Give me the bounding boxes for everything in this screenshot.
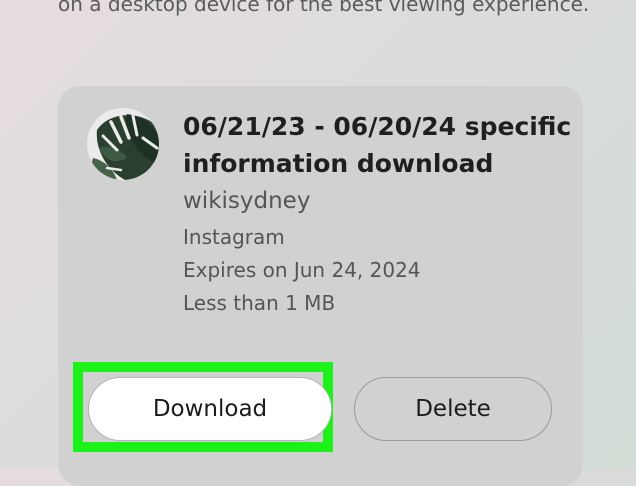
delete-button[interactable]: Delete <box>354 377 552 441</box>
expiry-date: Expires on Jun 24, 2024 <box>183 258 421 282</box>
action-buttons: Download Delete <box>73 362 556 452</box>
request-details: 06/21/23 - 06/20/24 specific information… <box>183 108 573 320</box>
profile-avatar <box>87 108 159 180</box>
monstera-leaf-icon <box>87 108 159 180</box>
account-name: wikisydney <box>183 188 311 214</box>
intro-text: on a desktop device for the best viewing… <box>58 0 590 16</box>
platform-name: Instagram <box>183 225 285 249</box>
request-title: 06/21/23 - 06/20/24 specific information… <box>183 112 572 178</box>
download-request-card: 06/21/23 - 06/20/24 specific information… <box>58 86 583 486</box>
file-size: Less than 1 MB <box>183 291 336 315</box>
download-button[interactable]: Download <box>88 377 332 441</box>
